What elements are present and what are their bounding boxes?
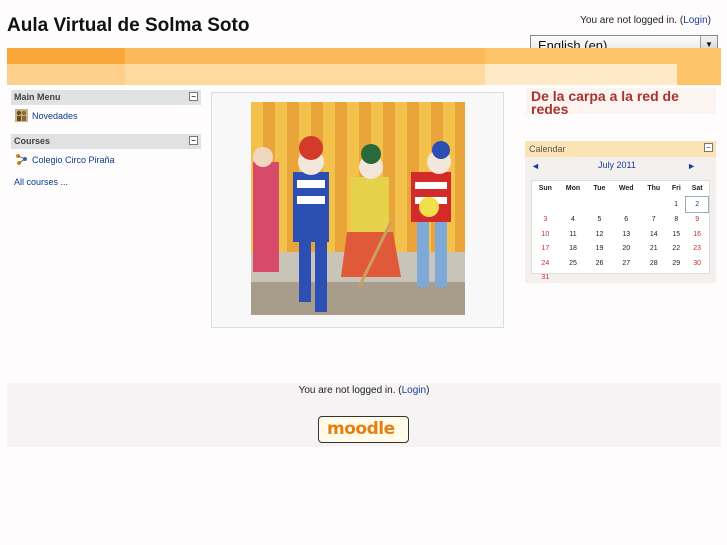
weekday-label: Wed	[618, 185, 634, 193]
calendar-day[interactable]: 24	[532, 256, 559, 271]
calendar-empty-cell	[686, 271, 709, 286]
calendar-empty-cell	[587, 271, 611, 286]
calendar-day[interactable]: 16	[686, 227, 709, 242]
moodle-logo-text: moodle	[327, 419, 395, 439]
calendar-empty-cell	[641, 197, 667, 213]
calendar-day[interactable]: 2	[685, 196, 709, 213]
footer-login-text: You are not logged in. (	[298, 385, 402, 396]
calendar-day[interactable]: 28	[641, 256, 667, 271]
calendar-day[interactable]: 29	[667, 256, 686, 271]
calendar-day[interactable]: 15	[667, 227, 686, 242]
calendar-day[interactable]: 20	[612, 242, 641, 257]
calendar-day[interactable]: 18	[559, 242, 588, 257]
calendar-day[interactable]: 11	[559, 227, 588, 242]
calendar-empty-cell	[612, 271, 641, 286]
collapse-icon[interactable]: −	[189, 136, 198, 145]
page-title: De la carpa a la red de redes	[531, 88, 679, 117]
clown-photo	[251, 102, 465, 315]
calendar-day[interactable]: 9	[686, 212, 709, 227]
main-menu-header: Main Menu −	[11, 90, 201, 105]
sidebar-item-label[interactable]: Novedades	[32, 111, 78, 121]
calendar-day[interactable]: 10	[532, 227, 559, 242]
sidebar-item-label[interactable]: Colegio Circo Piraña	[32, 155, 115, 165]
sidebar-item-novedades[interactable]: Novedades	[11, 105, 201, 131]
calendar-block: Calendar − ◄ July 2011 ► Sun Mon Tue Wed…	[525, 141, 716, 283]
footer: You are not logged in. (Login) moodle	[7, 383, 721, 447]
calendar-week-row: 31	[532, 271, 709, 286]
calendar-title: Calendar	[529, 144, 566, 154]
login-info: You are not logged in. (Login)	[580, 15, 711, 26]
calendar-empty-cell	[559, 197, 588, 213]
calendar-day[interactable]: 27	[612, 256, 641, 271]
next-month-icon[interactable]: ►	[687, 161, 696, 171]
footer-login-info: You are not logged in. (Login)	[7, 385, 721, 396]
login-close: )	[707, 15, 711, 26]
calendar-day[interactable]: 14	[641, 227, 667, 242]
calendar-day[interactable]: 19	[587, 242, 611, 257]
sidebar-item-course[interactable]: Colegio Circo Piraña	[11, 149, 201, 171]
calendar-day[interactable]: 4	[559, 212, 588, 227]
calendar-nav: ◄ July 2011 ►	[525, 157, 716, 174]
calendar-day[interactable]: 1	[667, 197, 686, 213]
courses-header: Courses −	[11, 134, 201, 149]
calendar-day[interactable]: 12	[587, 227, 611, 242]
calendar-day[interactable]: 8	[667, 212, 686, 227]
calendar-day[interactable]: 3	[532, 212, 559, 227]
calendar-day[interactable]: 17	[532, 242, 559, 257]
login-text: You are not logged in. (	[580, 15, 684, 26]
main-menu-block: Main Menu − Novedades	[11, 90, 201, 131]
calendar-weekday-row: Sun Mon Tue Wed Thu Fri Sat	[532, 181, 709, 197]
footer-login-link[interactable]: Login	[402, 385, 426, 396]
calendar-empty-cell	[612, 197, 641, 213]
calendar-day[interactable]: 5	[587, 212, 611, 227]
weekday-label: Fri	[671, 185, 681, 193]
collapse-icon[interactable]: −	[704, 143, 713, 152]
prev-month-icon[interactable]: ◄	[531, 161, 540, 171]
footer-login-close: )	[426, 385, 430, 396]
calendar-day[interactable]: 22	[667, 242, 686, 257]
courses-title: Courses	[14, 136, 51, 146]
calendar-week-row: 10 11 12 13 14 15 16	[532, 227, 709, 242]
calendar-empty-cell	[532, 197, 559, 213]
weekday-label: Sat	[691, 185, 703, 192]
weekday-label: Tue	[593, 185, 606, 193]
login-link[interactable]: Login	[683, 15, 707, 26]
calendar-week-row: 24 25 26 27 28 29 30	[532, 256, 709, 271]
all-courses-link[interactable]: All courses ...	[14, 177, 68, 187]
calendar-day[interactable]: 6	[612, 212, 641, 227]
calendar-week-row: 17 18 19 20 21 22 23	[532, 242, 709, 257]
calendar-empty-cell	[641, 271, 667, 286]
main-menu-title: Main Menu	[14, 92, 61, 102]
calendar-day[interactable]: 7	[641, 212, 667, 227]
collapse-icon[interactable]: −	[189, 92, 198, 101]
course-icon	[15, 153, 28, 166]
calendar-header: Calendar −	[525, 141, 716, 157]
page-heading-block: De la carpa a la red de redes	[526, 88, 716, 117]
calendar-grid: Sun Mon Tue Wed Thu Fri Sat 1 2 3 4 5 6 7 8 9 10 1…	[531, 180, 710, 281]
weekday-label: Mon	[565, 185, 581, 193]
courses-block: Courses − Colegio Circo Piraña All cours…	[11, 134, 201, 187]
calendar-empty-cell	[587, 197, 611, 213]
calendar-day[interactable]: 23	[686, 242, 709, 257]
weekday-label: Thu	[647, 185, 661, 193]
calendar-day[interactable]: 25	[559, 256, 588, 271]
calendar-day[interactable]: 31	[532, 271, 559, 286]
center-content	[211, 92, 504, 328]
site-title: Aula Virtual de Solma Soto	[7, 15, 250, 36]
moodle-logo[interactable]: moodle	[318, 416, 409, 443]
calendar-empty-cell	[667, 271, 686, 286]
calendar-day[interactable]: 26	[587, 256, 611, 271]
calendar-day[interactable]: 30	[686, 256, 709, 271]
calendar-empty-cell	[559, 271, 588, 286]
forum-icon	[15, 109, 28, 122]
calendar-week-row: 12	[532, 196, 709, 213]
calendar-week-row: 3456789	[532, 212, 709, 227]
calendar-month-link[interactable]: July 2011	[598, 160, 636, 170]
header-banner	[7, 48, 721, 85]
calendar-day[interactable]: 13	[612, 227, 641, 242]
calendar-day[interactable]: 21	[641, 242, 667, 257]
weekday-label: Sun	[538, 185, 552, 193]
